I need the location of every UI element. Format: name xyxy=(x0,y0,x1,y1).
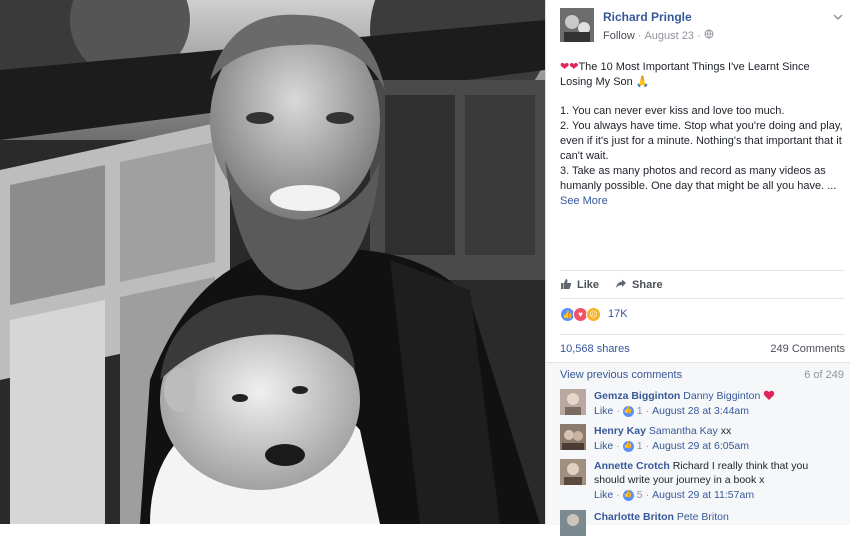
comments-counter: 6 of 249 xyxy=(804,369,844,381)
post-photo[interactable] xyxy=(0,0,545,524)
comment-tag[interactable]: Pete Briton xyxy=(677,511,729,523)
share-button[interactable]: Share xyxy=(615,278,663,293)
post-date[interactable]: August 23 xyxy=(644,30,694,42)
reactions-summary[interactable]: 👍 ♥ ☹ 17K xyxy=(560,298,845,329)
globe-icon xyxy=(704,29,714,42)
share-label: Share xyxy=(632,279,663,291)
comment-like-link[interactable]: Like xyxy=(594,438,613,454)
comment-meta: Like · 👍 5 · August 29 at 11:57am xyxy=(594,487,755,503)
post-body-line-3: 3. Take as many photos and record as man… xyxy=(560,164,844,209)
post-header: Richard Pringle Follow · August 23 · xyxy=(560,8,845,48)
commenter-name[interactable]: Annette Crotch xyxy=(594,460,670,472)
post-stats: 10,568 shares 249 Comments xyxy=(560,334,845,363)
comment-meta: Like · 👍 1 · August 28 at 3:44am xyxy=(594,403,750,419)
post-title-text: The 10 Most Important Things I've Learnt… xyxy=(560,61,810,88)
sad-reaction-icon: ☹ xyxy=(586,306,601,322)
comments-count[interactable]: 249 Comments xyxy=(770,343,845,355)
comment-tag[interactable]: Samantha Kay xyxy=(649,425,718,437)
comment-like-count[interactable]: 1 xyxy=(637,438,643,454)
post-panel: Richard Pringle Follow · August 23 · ❤❤T… xyxy=(545,0,850,536)
comment-text: xx xyxy=(720,425,732,437)
post-text: ❤❤The 10 Most Important Things I've Lear… xyxy=(560,60,844,209)
comments-nav: View previous comments 6 of 249 xyxy=(560,369,844,381)
post-meta: Follow · August 23 · xyxy=(603,29,714,42)
commenter-name[interactable]: Henry Kay xyxy=(594,425,646,437)
heart-icon xyxy=(764,390,775,400)
like-badge-icon: 👍 xyxy=(622,440,634,452)
commenter-name[interactable]: Gemza Bigginton xyxy=(594,390,680,402)
comment-time[interactable]: August 29 at 11:57am xyxy=(652,487,754,503)
like-label: Like xyxy=(577,279,600,291)
author-name[interactable]: Richard Pringle xyxy=(603,10,692,24)
comment-like-link[interactable]: Like xyxy=(594,487,613,503)
commenter-avatar[interactable] xyxy=(560,510,586,536)
post-title: ❤❤The 10 Most Important Things I've Lear… xyxy=(560,60,844,90)
post-body-line-1: 1. You can never ever kiss and love too … xyxy=(560,105,785,117)
commenter-avatar[interactable] xyxy=(560,424,586,450)
comment-like-count[interactable]: 5 xyxy=(637,487,643,503)
commenter-avatar[interactable] xyxy=(560,459,586,485)
comments-section: View previous comments 6 of 249 Gemza Bi… xyxy=(546,362,850,536)
meta-separator-2: · xyxy=(697,29,701,42)
comment-like-link[interactable]: Like xyxy=(594,403,613,419)
post-body-text-3: 3. Take as many photos and record as man… xyxy=(560,165,837,192)
commenter-avatar[interactable] xyxy=(560,389,586,415)
comment-like-count[interactable]: 1 xyxy=(637,403,643,419)
comment-meta: Like · 👍 1 · August 29 at 6:05am xyxy=(594,438,750,454)
see-more-link[interactable]: See More xyxy=(560,195,608,207)
like-button[interactable]: Like xyxy=(560,278,599,293)
post-actions: Like Share xyxy=(560,270,845,299)
comment-time[interactable]: August 29 at 6:05am xyxy=(652,438,749,454)
heart-emoji-icon: ❤❤ xyxy=(560,61,579,73)
follow-link[interactable]: Follow xyxy=(603,30,635,42)
reaction-count[interactable]: 17K xyxy=(608,308,628,320)
shares-count[interactable]: 10,568 shares xyxy=(560,343,630,355)
like-badge-icon: 👍 xyxy=(622,489,634,501)
like-badge-icon: 👍 xyxy=(622,405,634,417)
author-avatar[interactable] xyxy=(560,8,594,42)
view-previous-comments-link[interactable]: View previous comments xyxy=(560,369,682,381)
comment-time[interactable]: August 28 at 3:44am xyxy=(652,403,749,419)
chevron-down-icon[interactable] xyxy=(831,11,845,25)
commenter-name[interactable]: Charlotte Briton xyxy=(594,511,674,523)
comment-text[interactable]: Danny Bigginton xyxy=(683,390,760,402)
post-body-line-2: 2. You always have time. Stop what you'r… xyxy=(560,120,843,162)
thumbs-up-icon xyxy=(560,278,572,293)
share-arrow-icon xyxy=(615,278,627,293)
meta-separator: · xyxy=(637,29,642,42)
